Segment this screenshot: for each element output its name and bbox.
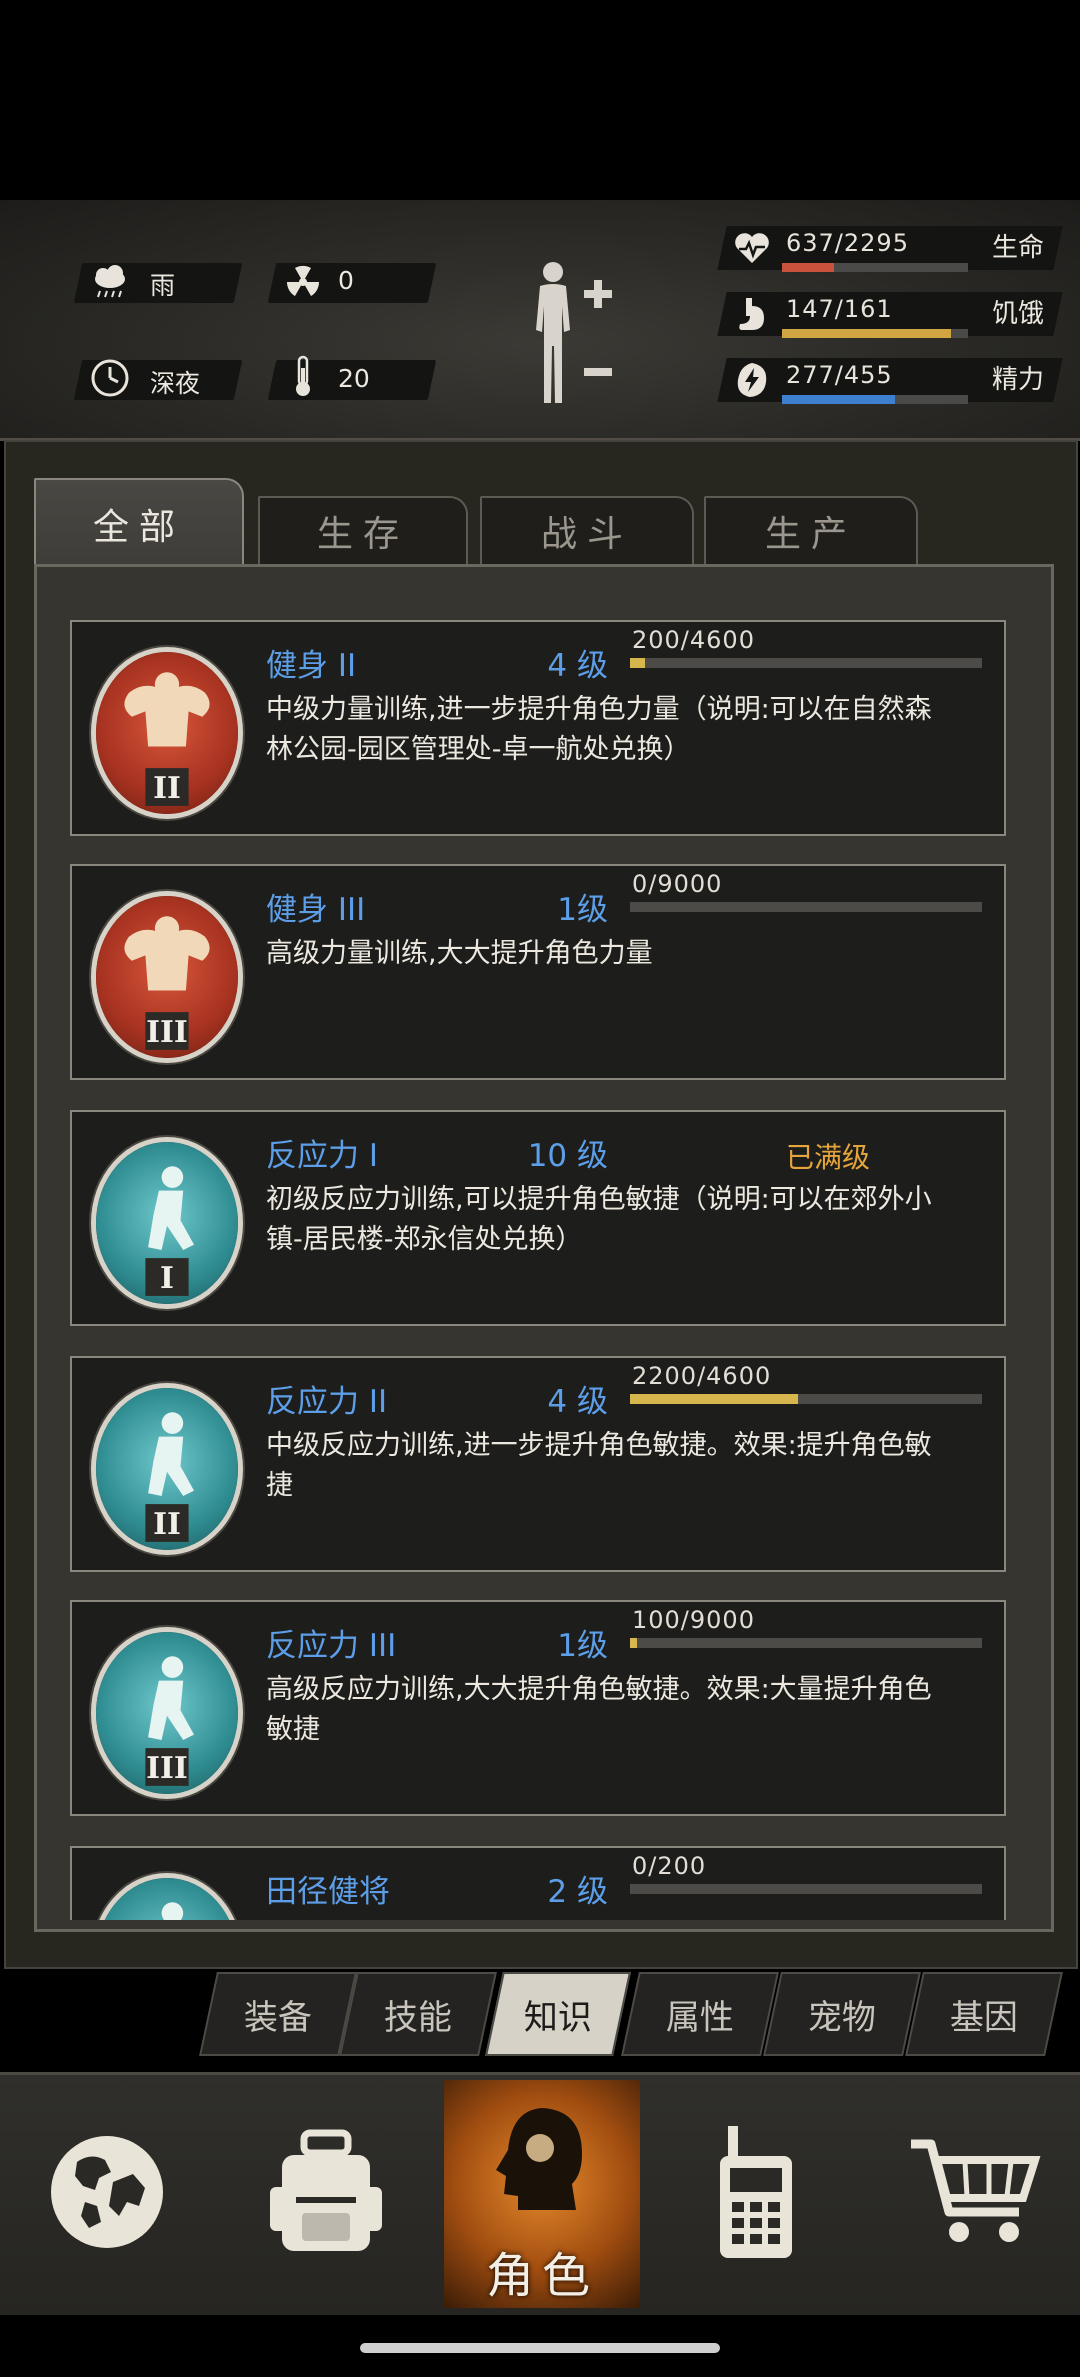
hunger-label: 饥饿 xyxy=(992,299,1045,329)
skill-level: 1级 xyxy=(557,892,608,928)
skill-name: 健身 II xyxy=(266,648,357,684)
character-label: 角色 xyxy=(485,2248,598,2304)
subtab-label: 装备 xyxy=(244,1997,312,2038)
skill-progress-text: 100/9000 xyxy=(632,1606,755,1634)
energy-label: 精力 xyxy=(992,365,1045,395)
skill-name: 反应力 III xyxy=(266,1628,397,1664)
skill-level: 4 级 xyxy=(547,648,608,684)
hp-bar xyxy=(782,263,968,272)
skill-description: 中级力量训练,进一步提升角色力量（说明:可以在自然森林公园-园区管理处-卓一航处… xyxy=(266,694,932,765)
nav-radio[interactable] xyxy=(646,2080,866,2308)
skill-card-reflex-2[interactable]: II 反应力 II 4 级 2200/4600 中级反应力训练,进一步提升角色敏… xyxy=(70,1356,1006,1572)
rain-cloud-icon xyxy=(88,261,132,305)
energy-bar xyxy=(782,395,968,404)
skill-progress-bar xyxy=(630,902,982,912)
thermometer-icon xyxy=(281,354,325,398)
skill-name: 反应力 I xyxy=(266,1138,378,1174)
hp-label: 生命 xyxy=(992,233,1045,263)
energy-value: 277/455 xyxy=(786,361,893,389)
skill-level: 10 级 xyxy=(527,1138,608,1174)
svg-text:II: II xyxy=(153,771,181,806)
skill-description: 初级反应力训练,可以提升角色敏捷（说明:可以在郊外小镇-居民楼-郑永信处兑换） xyxy=(266,1184,932,1255)
skill-level: 4 级 xyxy=(547,1384,608,1420)
walkie-talkie-icon xyxy=(706,2122,806,2266)
skill-card-athlete[interactable]: 田径健将 2 级 0/200 xyxy=(70,1846,1006,1920)
skill-progress-bar xyxy=(630,1638,982,1648)
skill-progress-text: 2200/4600 xyxy=(632,1362,772,1390)
skill-description: 中级反应力训练,进一步提升角色敏捷。效果:提升角色敏捷 xyxy=(266,1430,932,1501)
svg-text:I: I xyxy=(160,1261,174,1296)
subtab-attributes[interactable]: 属性 xyxy=(621,1972,779,2056)
skill-progress-bar xyxy=(630,1394,982,1404)
nav-shop[interactable] xyxy=(870,2080,1080,2308)
athlete-icon xyxy=(96,1878,238,1920)
skill-progress-text: 200/4600 xyxy=(632,626,755,654)
subtab-genes[interactable]: 基因 xyxy=(905,1972,1063,2056)
radiation-icon xyxy=(281,260,325,304)
tab-survival[interactable]: 生存 xyxy=(258,496,468,564)
tab-production[interactable]: 生产 xyxy=(704,496,918,564)
skill-level: 1级 xyxy=(557,1628,608,1664)
nav-inventory[interactable] xyxy=(216,2080,436,2308)
energy-icon xyxy=(732,360,772,400)
strength-icon: III xyxy=(96,896,238,1058)
skill-name: 健身 III xyxy=(266,892,366,928)
skill-card-fitness-3[interactable]: III 健身 III 1级 0/9000 高级力量训练,大大提升角色力量 xyxy=(70,864,1006,1080)
shopping-cart-icon xyxy=(905,2132,1045,2256)
nav-character[interactable]: 角色 xyxy=(444,2080,640,2308)
skill-description: 高级力量训练,大大提升角色力量 xyxy=(266,938,653,969)
skill-name: 反应力 II xyxy=(266,1384,388,1420)
time-of-day-text: 深夜 xyxy=(150,369,201,398)
skill-progress-text: 0/200 xyxy=(632,1852,707,1880)
subtab-label: 技能 xyxy=(384,1997,452,2038)
skill-card-reflex-3[interactable]: III 反应力 III 1级 100/9000 高级反应力训练,大大提升角色敏捷… xyxy=(70,1600,1006,1816)
temperature-value: 20 xyxy=(338,364,370,393)
home-indicator[interactable] xyxy=(360,2343,720,2353)
character-icon xyxy=(482,2100,602,2244)
status-hud: 雨 0 深夜 20 637/2295 生命 147/161 饥饿 277/455… xyxy=(0,200,1080,441)
agility-icon: II xyxy=(96,1388,238,1550)
skill-progress-bar xyxy=(630,1884,982,1894)
weather-text: 雨 xyxy=(150,271,176,300)
skill-level: 2 级 xyxy=(547,1874,608,1910)
subtab-skills[interactable]: 技能 xyxy=(339,1972,497,2056)
subtab-equipment[interactable]: 装备 xyxy=(199,1972,357,2056)
tab-combat[interactable]: 战斗 xyxy=(480,496,694,564)
subtab-label: 属性 xyxy=(666,1997,734,2038)
subtab-knowledge[interactable]: 知识 xyxy=(485,1972,631,2056)
skill-card-reflex-1[interactable]: I 反应力 I 10 级 已满级 初级反应力训练,可以提升角色敏捷（说明:可以在… xyxy=(70,1110,1006,1326)
agility-icon: I xyxy=(96,1142,238,1304)
hp-value: 637/2295 xyxy=(786,229,909,257)
backpack-icon xyxy=(266,2127,386,2261)
agility-icon: III xyxy=(96,1632,238,1794)
heart-icon xyxy=(732,228,772,268)
subtab-label: 知识 xyxy=(524,1997,592,2038)
skill-progress-bar xyxy=(630,658,982,668)
subtab-label: 基因 xyxy=(950,1997,1018,2038)
svg-text:III: III xyxy=(146,1015,188,1050)
skill-description: 高级反应力训练,大大提升角色敏捷。效果:大量提升角色敏捷 xyxy=(266,1674,932,1745)
svg-text:III: III xyxy=(146,1751,188,1786)
clock-icon xyxy=(88,356,132,400)
radiation-value: 0 xyxy=(338,266,354,295)
skill-progress-text: 0/9000 xyxy=(632,870,723,898)
subtab-label: 宠物 xyxy=(808,1997,876,2038)
hunger-value: 147/161 xyxy=(786,295,893,323)
skill-list[interactable]: II 健身 II 4 级 200/4600 中级力量训练,进一步提升角色力量（说… xyxy=(70,620,1006,1920)
max-level-badge: 已满级 xyxy=(786,1141,871,1174)
tab-all[interactable]: 全部 xyxy=(34,478,244,568)
nav-map[interactable] xyxy=(0,2080,214,2308)
skill-card-fitness-2[interactable]: II 健身 II 4 级 200/4600 中级力量训练,进一步提升角色力量（说… xyxy=(70,620,1006,836)
globe-icon xyxy=(47,2132,167,2256)
svg-text:II: II xyxy=(153,1507,181,1542)
body-figure-icon[interactable] xyxy=(520,258,620,408)
subtab-pets[interactable]: 宠物 xyxy=(763,1972,921,2056)
strength-icon: II xyxy=(96,652,238,814)
skill-name: 田径健将 xyxy=(266,1874,390,1910)
stomach-icon xyxy=(732,294,772,334)
hunger-bar xyxy=(782,329,968,338)
